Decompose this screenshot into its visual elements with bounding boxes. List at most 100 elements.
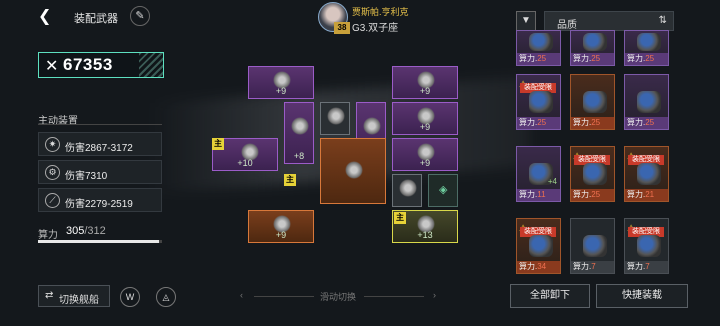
- swords-icon: ✕: [45, 58, 59, 75]
- weapon-slot[interactable]: +8: [284, 102, 314, 164]
- capacity-bar-fill: [38, 240, 160, 243]
- slot-level: +9: [419, 158, 431, 168]
- compute-cost: 算力.25: [517, 53, 560, 65]
- slot-level: +9: [419, 86, 431, 96]
- compute-prefix: 算力.: [519, 54, 538, 63]
- compute-prefix: 算力.: [573, 118, 592, 127]
- compute-cost: 算力.25: [625, 117, 668, 129]
- compute-prefix: 算力.: [627, 190, 646, 199]
- empty-slot[interactable]: ◈: [428, 174, 458, 207]
- slot-level: +9: [419, 122, 431, 132]
- equipment-card[interactable]: ⚠装配受限算力.25: [516, 74, 561, 130]
- compute-cost: 算力.25: [571, 189, 614, 201]
- compute-value: 25: [645, 54, 655, 63]
- equipment-icon: [637, 33, 661, 51]
- compute-cost: 算力.25: [571, 53, 614, 65]
- weapon-slot[interactable]: +9: [392, 102, 458, 135]
- sort-dropdown[interactable]: 品质 ⇅: [544, 11, 674, 31]
- equipment-icon: [583, 91, 607, 113]
- pilot-level-badge: 38: [334, 22, 350, 34]
- compute-prefix: 算力.: [627, 118, 646, 127]
- compute-prefix: 算力.: [519, 262, 538, 271]
- compute-value: 7: [645, 262, 650, 271]
- weapon-icon: [345, 161, 363, 179]
- compute-cost: 算力.7: [625, 261, 668, 273]
- weapon-slot[interactable]: [320, 138, 386, 204]
- compute-value: 21: [645, 190, 655, 199]
- weapon-slot[interactable]: +9: [392, 66, 458, 99]
- compute-prefix: 算力.: [627, 54, 646, 63]
- capacity-bar: [38, 240, 162, 243]
- main-marker: 主: [394, 212, 406, 224]
- skill-row[interactable]: ⚙ 伤害7310: [38, 160, 162, 184]
- compute-prefix: 算力.: [573, 54, 592, 63]
- weapon-icon: [363, 117, 381, 135]
- fleet-icon[interactable]: ◬: [156, 287, 176, 307]
- combat-power-value: 67353: [63, 55, 113, 74]
- equipment-card[interactable]: 算力.25: [570, 30, 615, 66]
- pilot-name: 贾斯帕.亨利克: [352, 7, 409, 17]
- swap-ship-button[interactable]: ⇄ 切换舰船: [38, 285, 110, 307]
- equipment-icon: [637, 163, 661, 185]
- equipment-card[interactable]: ⚠装配受限算力.7: [624, 218, 669, 274]
- swipe-label: 滑动切换: [320, 292, 357, 302]
- chevron-left-icon: ‹: [240, 290, 243, 300]
- equipment-icon: [583, 235, 607, 257]
- capacity-max: /312: [84, 225, 106, 237]
- swipe-line-left: [254, 296, 314, 297]
- equipment-card[interactable]: 算力.25: [624, 74, 669, 130]
- equipment-card[interactable]: 算力.7: [570, 218, 615, 274]
- equipment-icon: [529, 91, 553, 113]
- compute-cost: 算力.7: [571, 261, 614, 273]
- slot-level: +10: [237, 158, 253, 168]
- weapon-slot[interactable]: [392, 174, 422, 207]
- compute-value: 25: [537, 118, 547, 127]
- sort-label: 品质: [557, 20, 577, 31]
- compute-value: 25: [591, 54, 601, 63]
- slot-level: +13: [417, 230, 433, 240]
- equipment-card[interactable]: 算力.25: [570, 74, 615, 130]
- section-divider: [38, 124, 162, 125]
- weapon-icon: [291, 117, 309, 135]
- skill-row[interactable]: ⟋ 伤害2279-2519: [38, 188, 162, 212]
- skill-row[interactable]: ✷ 伤害2867-3172: [38, 132, 162, 156]
- compute-cost: 算力.25: [625, 53, 668, 65]
- pilot-ship: G3.双子座: [352, 23, 399, 34]
- skill-text: 伤害7310: [65, 171, 108, 182]
- swipe-line-right: [364, 296, 424, 297]
- compute-prefix: 算力.: [519, 118, 538, 127]
- back-icon[interactable]: ❮: [38, 8, 54, 26]
- wing-icon[interactable]: W: [120, 287, 140, 307]
- quick-equip-button[interactable]: 快捷装载: [596, 284, 688, 308]
- equipment-card[interactable]: ⚠装配受限算力.25: [570, 146, 615, 202]
- compute-value: 25: [537, 54, 547, 63]
- unequip-all-button[interactable]: 全部卸下: [510, 284, 590, 308]
- equipment-card[interactable]: ⚠装配受限算力.21: [624, 146, 669, 202]
- slot-level: +9: [275, 230, 287, 240]
- equipment-card[interactable]: +4 算力.11: [516, 146, 561, 202]
- slot-level: +9: [275, 86, 287, 96]
- equipment-icon: [583, 163, 607, 185]
- main-marker: 主: [212, 138, 224, 150]
- equipment-card[interactable]: ⚠装配受限算力.34: [516, 218, 561, 274]
- capacity-label: 算力: [38, 230, 58, 241]
- enhance-level: +4: [547, 177, 557, 186]
- compute-cost: 算力.34: [517, 261, 560, 273]
- compute-prefix: 算力.: [519, 190, 538, 199]
- edit-button[interactable]: ✎: [130, 6, 150, 26]
- compute-prefix: 算力.: [573, 262, 592, 271]
- weapon-slot[interactable]: [320, 102, 350, 135]
- equipment-icon: [637, 91, 661, 113]
- equipment-icon: [583, 33, 607, 51]
- chevron-right-icon: ›: [433, 290, 436, 300]
- compute-prefix: 算力.: [573, 190, 592, 199]
- equipment-card[interactable]: 算力.25: [516, 30, 561, 66]
- equipment-card[interactable]: 算力.25: [624, 30, 669, 66]
- filter-icon[interactable]: ▼: [516, 11, 536, 31]
- compute-value: 7: [591, 262, 596, 271]
- weapon-slot[interactable]: +9: [248, 210, 314, 243]
- weapon-slot[interactable]: +9: [392, 138, 458, 171]
- compute-cost: 算力.25: [571, 117, 614, 129]
- claw-icon: ⟋: [45, 193, 60, 208]
- weapon-slot[interactable]: +9: [248, 66, 314, 99]
